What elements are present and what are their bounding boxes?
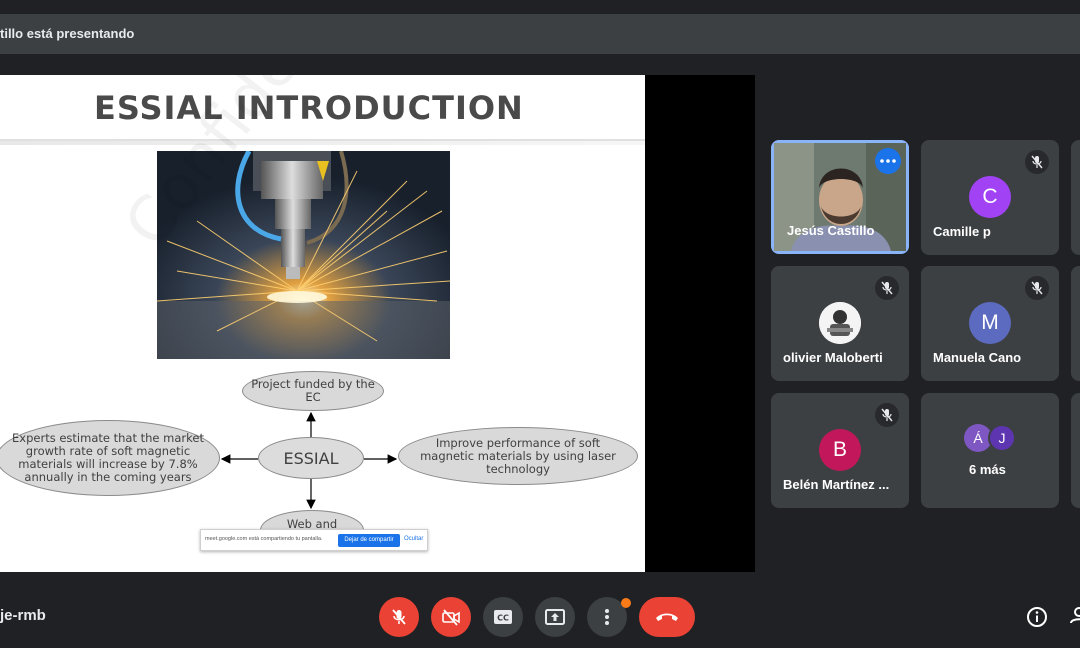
diagram-node-center: ESSIAL (258, 437, 364, 479)
screen-share-bar: meet.google.com está compartiendo tu pan… (200, 529, 428, 551)
camera-off-icon (442, 609, 460, 626)
end-call-icon (656, 613, 678, 621)
avatar-image (819, 302, 861, 344)
mic-off-icon (875, 403, 899, 427)
participant-name: olivier Maloberti (783, 350, 883, 365)
presenting-banner: tillo está presentando (0, 14, 1080, 54)
participant-tile-olivier[interactable]: olivier Maloberti (771, 266, 909, 381)
participant-tile-manuela[interactable]: M Manuela Cano (921, 266, 1059, 381)
participant-name: Jesús Castillo (787, 223, 875, 238)
participant-tile-edge (1071, 393, 1080, 508)
leave-call-button[interactable] (639, 597, 695, 637)
people-icon (1070, 607, 1080, 624)
shared-slide: ESSIAL INTRODUCTION Project funded by th… (0, 75, 645, 572)
meeting-details-button[interactable] (1024, 604, 1050, 630)
participant-tile-camille[interactable]: C Camille p (921, 140, 1059, 255)
stop-sharing-button[interactable]: Dejar de compartir (338, 534, 400, 547)
info-icon (1027, 607, 1047, 627)
presentation-stage: ESSIAL INTRODUCTION Project funded by th… (0, 75, 755, 572)
participant-name: Manuela Cano (933, 350, 1022, 365)
more-horiz-icon (880, 159, 896, 163)
mic-toggle-button[interactable] (379, 597, 419, 637)
avatar: J (988, 424, 1016, 452)
diagram-node-market: Experts estimate that the market growth … (0, 420, 220, 496)
avatar: M (969, 302, 1011, 344)
notification-badge (621, 598, 631, 608)
camera-toggle-button[interactable] (431, 597, 471, 637)
hide-share-bar-button[interactable]: Ocultar (404, 536, 423, 542)
participant-name: Belén Martínez ... (783, 477, 890, 492)
participant-tile-more[interactable]: Á J 6 más (921, 393, 1059, 508)
participant-tile-edge (1071, 266, 1080, 381)
share-message: meet.google.com está compartiendo tu pan… (205, 536, 323, 542)
people-button[interactable] (1068, 604, 1080, 630)
mic-off-icon (1025, 150, 1049, 174)
captions-icon: CC (494, 610, 512, 624)
more-options-button[interactable] (875, 148, 901, 174)
participant-name: Camille p (933, 224, 991, 239)
svg-text:CC: CC (497, 614, 509, 623)
diagram-node-laser: Improve performance of soft magnetic mat… (398, 427, 638, 485)
participant-tile-belen[interactable]: B Belén Martínez ... (771, 393, 909, 508)
avatar: B (819, 429, 861, 471)
present-now-button[interactable] (535, 597, 575, 637)
more-vert-icon (605, 609, 609, 625)
present-icon (545, 609, 565, 625)
mic-off-icon (875, 276, 899, 300)
presenting-text: tillo está presentando (0, 26, 135, 41)
participant-tile-jesus[interactable]: Jesús Castillo (771, 140, 909, 254)
avatar: C (969, 176, 1011, 218)
more-participants-label: 6 más (969, 462, 1006, 477)
meeting-code: je-rmb (0, 607, 46, 624)
diagram-node-funding: Project funded by the EC (242, 371, 384, 411)
mic-off-icon (392, 609, 406, 625)
participant-tile-edge (1071, 140, 1080, 255)
mic-off-icon (1025, 276, 1049, 300)
captions-button[interactable]: CC (483, 597, 523, 637)
diagram-arrows (220, 411, 398, 510)
